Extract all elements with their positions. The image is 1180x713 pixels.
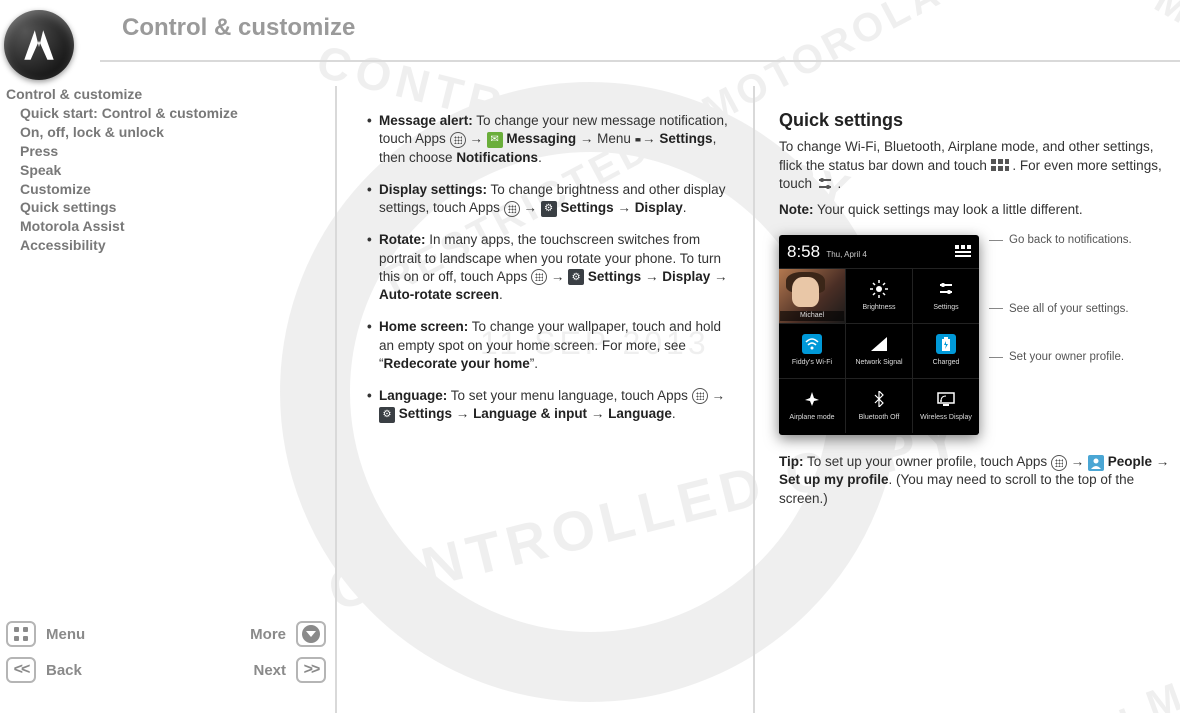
settings-tile-icon — [936, 279, 956, 299]
people-icon — [1088, 455, 1104, 471]
toc-item[interactable]: Press — [6, 142, 325, 161]
main-content: Message alert: To change your new messag… — [335, 86, 755, 713]
toc-item[interactable]: Speak — [6, 161, 325, 180]
bullet-message-alert: Message alert: To change your new messag… — [367, 112, 731, 167]
phone-mockup: 8:58 Thu, April 4 Michael Brightness Set… — [779, 235, 979, 435]
header-divider — [100, 60, 1180, 62]
toc-item[interactable]: Quick settings — [6, 198, 325, 217]
bullet-rotate: Rotate: In many apps, the touchscreen sw… — [367, 231, 731, 304]
toc-item[interactable]: Quick start: Control & customize — [6, 104, 325, 123]
battery-icon — [936, 334, 956, 354]
back-button[interactable]: << — [6, 657, 36, 683]
more-button[interactable] — [296, 621, 326, 647]
brightness-icon — [869, 279, 889, 299]
quick-settings-section: Quick settings To change Wi-Fi, Bluetoot… — [755, 86, 1180, 713]
menu-label: Menu — [46, 626, 85, 643]
notification-toggle-icon — [955, 245, 971, 261]
toc-item[interactable]: Motorola Assist — [6, 217, 325, 236]
phone-date: Thu, April 4 — [826, 250, 866, 259]
menu-button[interactable] — [6, 621, 36, 647]
toc: Control & customize Quick start: Control… — [6, 86, 325, 255]
settings-icon: ⚙ — [541, 201, 557, 217]
quick-settings-toggle-icon — [991, 159, 1009, 173]
quick-settings-heading: Quick settings — [779, 108, 1170, 132]
next-label: Next — [253, 662, 286, 679]
apps-icon — [450, 132, 466, 148]
wifi-icon — [802, 334, 822, 354]
apps-icon — [692, 388, 708, 404]
toc-item[interactable]: Accessibility — [6, 236, 325, 255]
page-title: Control & customize — [122, 14, 355, 42]
apps-icon — [504, 201, 520, 217]
next-button[interactable]: >> — [296, 657, 326, 683]
bullet-language: Language: To set your menu language, tou… — [367, 387, 731, 423]
signal-icon — [869, 334, 889, 354]
apps-icon — [1051, 455, 1067, 471]
messaging-icon: ✉ — [487, 132, 503, 148]
page-nav: Menu More << Back Next >> — [6, 621, 326, 693]
bluetooth-icon — [869, 389, 889, 409]
toc-item[interactable]: On, off, lock & unlock — [6, 123, 325, 142]
bullet-home-screen: Home screen: To change your wallpaper, t… — [367, 318, 731, 373]
wireless-display-icon — [936, 389, 956, 409]
annotations: Go back to notifications. See all of you… — [989, 227, 1132, 364]
apps-icon — [531, 269, 547, 285]
settings-equalizer-icon — [816, 177, 834, 191]
phone-time: 8:58 — [787, 242, 820, 261]
back-label: Back — [46, 662, 82, 679]
settings-icon: ⚙ — [568, 269, 584, 285]
toc-item[interactable]: Customize — [6, 180, 325, 199]
bullet-display-settings: Display settings: To change brightness a… — [367, 181, 731, 217]
more-label: More — [250, 626, 286, 643]
motorola-logo — [4, 10, 74, 80]
airplane-icon — [802, 389, 822, 409]
menu-dots-icon: ▪▪ — [635, 131, 639, 149]
toc-heading[interactable]: Control & customize — [6, 86, 325, 102]
settings-icon: ⚙ — [379, 407, 395, 423]
